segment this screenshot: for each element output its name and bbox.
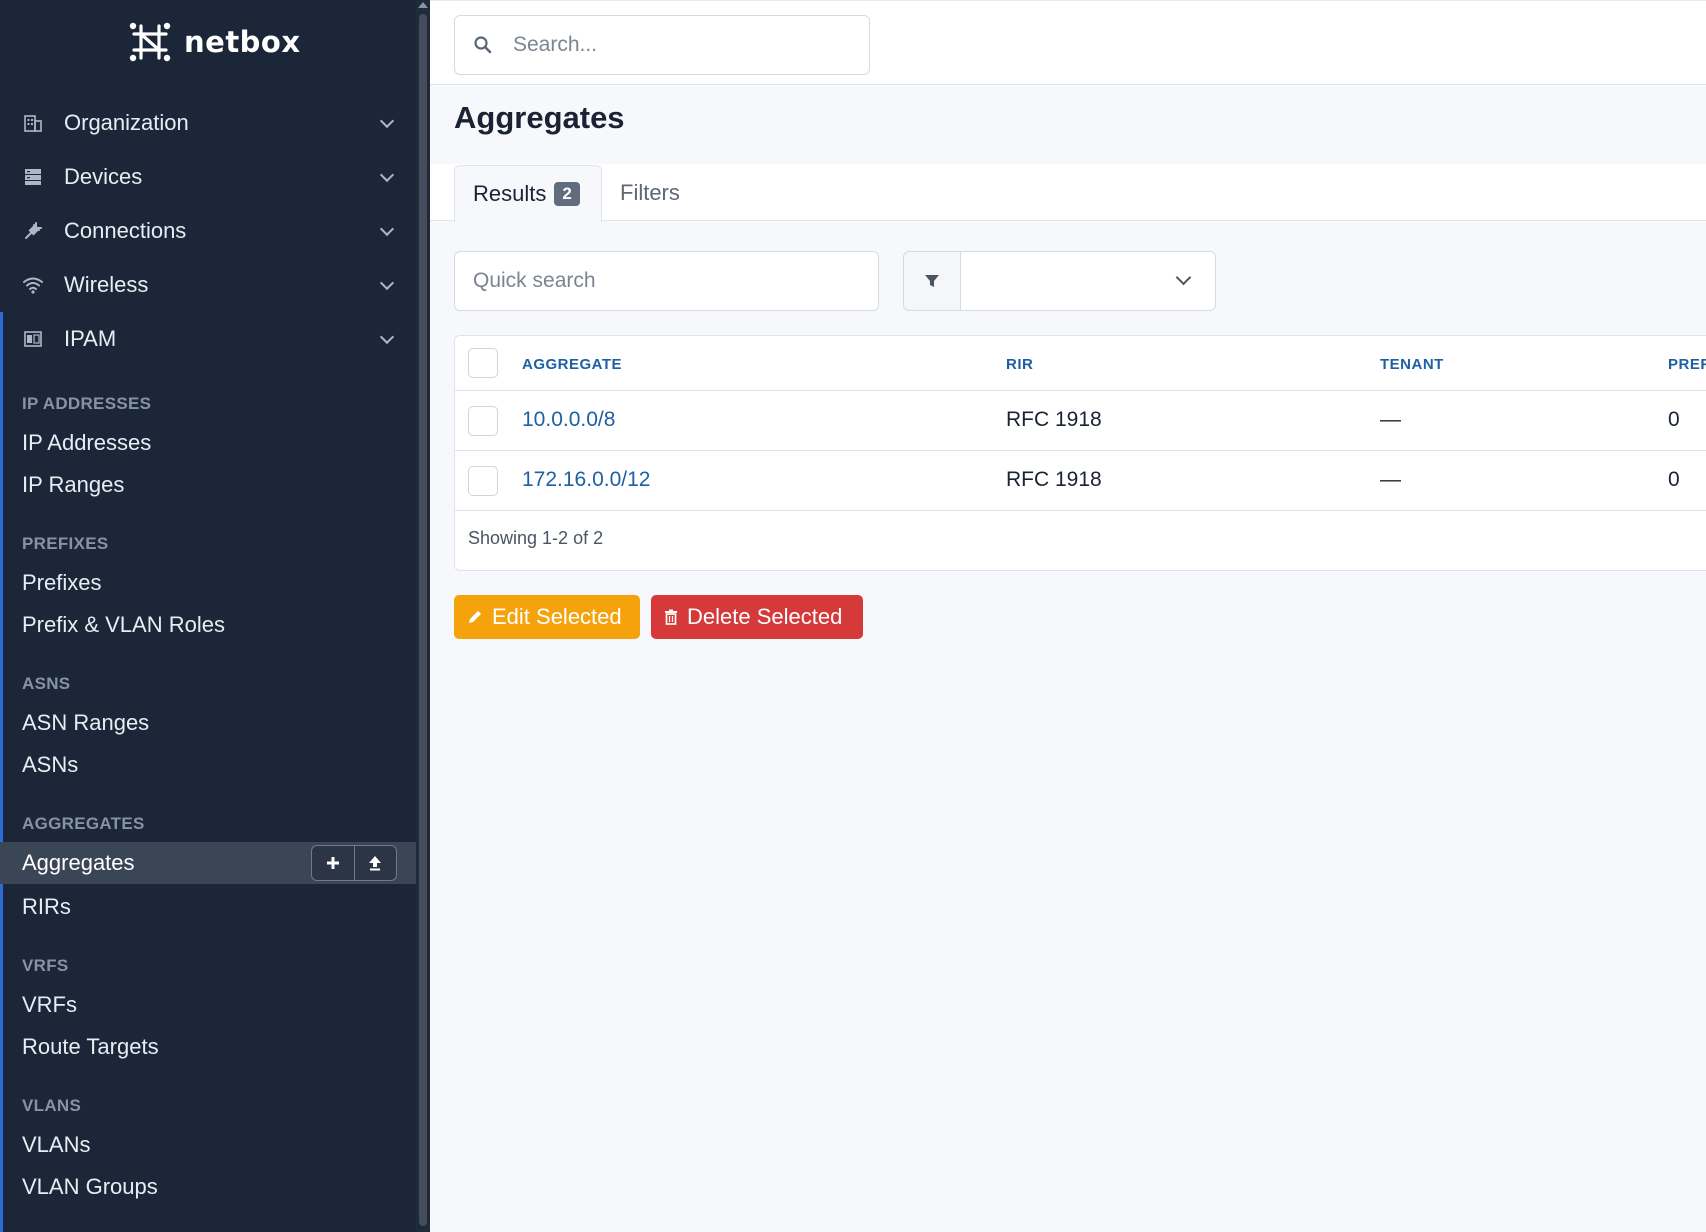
- top-bar: Search...: [430, 0, 1706, 85]
- results-count-badge: 2: [554, 182, 580, 206]
- tab-results-label: Results: [473, 181, 547, 206]
- import-aggregates-button[interactable]: [353, 846, 397, 880]
- sidebar-item-ip-ranges[interactable]: IP Ranges: [22, 472, 124, 498]
- search-icon: [474, 36, 492, 54]
- server-icon: [22, 166, 44, 188]
- chevron-down-icon: [379, 275, 395, 291]
- tab-results[interactable]: Results 2: [454, 165, 602, 222]
- sidebar-item-vlan-groups[interactable]: VLAN Groups: [22, 1174, 158, 1200]
- aggregate-link[interactable]: 172.16.0.0/12: [522, 468, 650, 492]
- column-header-aggregate[interactable]: AGGREGATE: [522, 356, 622, 373]
- sidebar-accent-bar: [0, 312, 3, 1232]
- menu-label: Devices: [64, 164, 143, 189]
- sidebar-item-vlans[interactable]: VLANs: [22, 1132, 90, 1158]
- pagination-summary: Showing 1-2 of 2: [468, 528, 604, 548]
- rir-cell: RFC 1918: [1006, 468, 1102, 491]
- tabs-bar: Results 2 Filters: [430, 164, 1706, 222]
- menu-ipam[interactable]: IPAM: [0, 312, 416, 366]
- section-heading-aggregates: AGGREGATES: [22, 814, 145, 833]
- quick-search-input[interactable]: Quick search: [454, 251, 879, 311]
- menu-wireless[interactable]: Wireless: [0, 258, 416, 312]
- tenant-cell: —: [1380, 408, 1401, 431]
- counter-icon: [22, 328, 44, 350]
- add-aggregate-button[interactable]: [312, 846, 354, 880]
- sidebar-item-prefix-vlan-roles[interactable]: Prefix & VLAN Roles: [22, 612, 225, 638]
- chevron-down-icon: [379, 221, 395, 237]
- prefix-count-cell: 0: [1668, 408, 1680, 431]
- edit-selected-label: Edit Selected: [492, 604, 622, 629]
- sidebar-item-label: Aggregates: [22, 850, 135, 875]
- sidebar-item-asn-ranges[interactable]: ASN Ranges: [22, 710, 149, 736]
- rir-cell: RFC 1918: [1006, 408, 1102, 431]
- brand-logo[interactable]: netbox: [126, 18, 301, 66]
- sidebar-item-aggregates[interactable]: Aggregates: [0, 842, 416, 884]
- results-table: AGGREGATE RIR TENANT PREF 10.0.0.0/8 RFC…: [454, 335, 1706, 571]
- sidebar-scrollbar[interactable]: [416, 0, 430, 1232]
- tenant-cell: —: [1380, 468, 1401, 491]
- global-search-input[interactable]: Search...: [454, 15, 870, 75]
- chevron-down-icon: [379, 113, 395, 129]
- trash-icon: [665, 609, 677, 625]
- sidebar-item-ip-addresses[interactable]: IP Addresses: [22, 430, 151, 456]
- menu-label: Organization: [64, 110, 189, 135]
- menu-organization[interactable]: Organization: [0, 96, 416, 150]
- delete-selected-label: Delete Selected: [687, 604, 843, 629]
- delete-selected-button[interactable]: Delete Selected: [651, 595, 863, 639]
- quick-search-placeholder: Quick search: [473, 269, 596, 292]
- sidebar: netbox Organization Devices Connections …: [0, 0, 416, 1232]
- column-header-rir[interactable]: RIR: [1006, 356, 1033, 373]
- aggregates-action-group: [311, 845, 397, 881]
- saved-filter-select[interactable]: [960, 251, 1216, 311]
- section-heading-ip-addresses: IP ADDRESSES: [22, 394, 152, 413]
- menu-connections[interactable]: Connections: [0, 204, 416, 258]
- edit-selected-button[interactable]: Edit Selected: [454, 595, 640, 639]
- menu-label: Wireless: [64, 272, 149, 297]
- wifi-icon: [22, 274, 44, 296]
- sidebar-item-vrfs[interactable]: VRFs: [22, 992, 77, 1018]
- scrollbar-thumb[interactable]: [419, 14, 427, 1226]
- prefix-count-cell: 0: [1668, 468, 1680, 491]
- brand-name: netbox: [184, 25, 301, 59]
- section-heading-vlans: VLANS: [22, 1096, 82, 1115]
- row-checkbox[interactable]: [468, 406, 498, 436]
- section-heading-vrfs: VRFS: [22, 956, 69, 975]
- menu-label: Connections: [64, 218, 187, 243]
- menu-label: IPAM: [64, 326, 117, 351]
- chevron-down-icon: [379, 329, 395, 345]
- filter-icon: [925, 275, 939, 287]
- chevron-down-icon: [379, 167, 395, 183]
- table-header-row: AGGREGATE RIR TENANT PREF: [455, 336, 1706, 391]
- section-heading-prefixes: PREFIXES: [22, 534, 109, 553]
- table-row: 10.0.0.0/8 RFC 1918 — 0: [455, 391, 1706, 451]
- sidebar-item-asns[interactable]: ASNs: [22, 752, 78, 778]
- scroll-up-arrow-icon[interactable]: [418, 2, 428, 8]
- section-heading-asns: ASNS: [22, 674, 71, 693]
- tab-filters[interactable]: Filters: [620, 180, 680, 206]
- sidebar-item-prefixes[interactable]: Prefixes: [22, 570, 101, 596]
- filter-button[interactable]: [903, 251, 961, 311]
- upload-icon: [369, 856, 382, 871]
- column-header-prefix[interactable]: PREF: [1668, 356, 1706, 373]
- select-all-checkbox[interactable]: [468, 348, 498, 378]
- sidebar-item-rirs[interactable]: RIRs: [22, 894, 71, 920]
- plus-icon: [326, 857, 339, 869]
- aggregate-link[interactable]: 10.0.0.0/8: [522, 408, 615, 432]
- table-row: 172.16.0.0/12 RFC 1918 — 0: [455, 451, 1706, 511]
- row-checkbox[interactable]: [468, 466, 498, 496]
- pencil-icon: [469, 611, 481, 623]
- building-icon: [22, 112, 44, 134]
- page-title: Aggregates: [454, 100, 625, 135]
- search-placeholder: Search...: [513, 33, 598, 56]
- sidebar-item-route-targets[interactable]: Route Targets: [22, 1034, 159, 1060]
- chevron-down-icon: [1175, 269, 1192, 286]
- plug-icon: [22, 220, 44, 242]
- netbox-logo-icon: [129, 22, 171, 62]
- column-header-tenant[interactable]: TENANT: [1380, 356, 1444, 373]
- menu-devices[interactable]: Devices: [0, 150, 416, 204]
